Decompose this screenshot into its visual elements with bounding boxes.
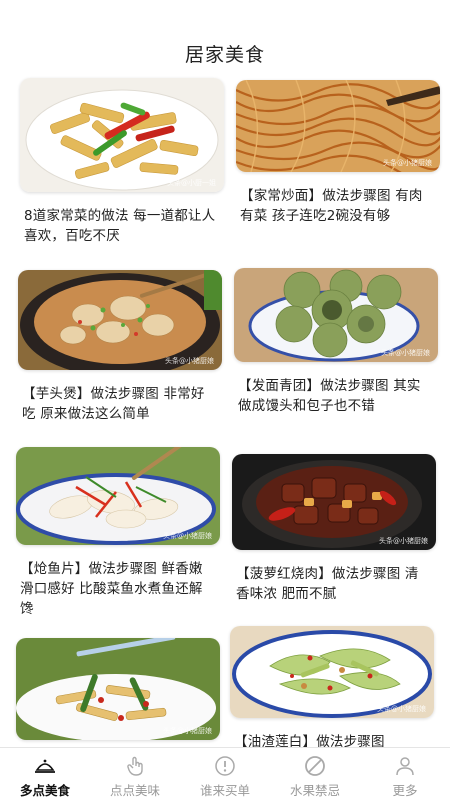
watermark: 头条@小猪厨娘 — [381, 349, 430, 357]
tab-fruit-taboo[interactable]: 水果禁忌 — [270, 748, 360, 799]
watermark: 头条@小猪厨娘 — [165, 357, 214, 365]
recipe-caption: 8道家常菜的做法 每一道都让人喜欢，百吃不厌 — [24, 208, 216, 244]
tap-hand-icon — [124, 755, 146, 777]
recipe-image[interactable]: 头条@小猪厨娘 — [232, 454, 436, 550]
tab-label: 水果禁忌 — [289, 783, 340, 798]
dish-cover-icon — [34, 755, 56, 777]
recipe-caption: 【芋头煲】做法步骤图 非常好吃 原来做法这么简单 — [22, 386, 205, 422]
watermark: 头条@小猪厨娘 — [377, 705, 426, 713]
user-icon — [394, 755, 416, 777]
recipe-card[interactable]: 头条@小猪厨娘 【发面青团】做法步骤图 其实做成馒头和包子也不错 — [234, 268, 438, 416]
recipe-image[interactable]: 头条@小猪厨娘 — [236, 80, 440, 172]
recipe-card[interactable]: 头条@小猪厨娘 【芋头煲】做法步骤图 非常好吃 原来做法这么简单 — [18, 270, 222, 424]
forbidden-icon — [304, 755, 326, 777]
tab-label: 谁来买单 — [199, 783, 250, 798]
tab-taste[interactable]: 点点美味 — [90, 748, 180, 799]
recipe-caption: 【发面青团】做法步骤图 其实做成馒头和包子也不错 — [238, 378, 421, 414]
recipe-image[interactable]: 头条@小猪厨娘 — [234, 268, 438, 362]
watermark: 头条@小猪厨娘 — [163, 532, 212, 540]
watermark: 头条@小猪厨娘 — [163, 727, 212, 735]
recipe-image[interactable]: 头条@小猪厨娘 — [16, 638, 220, 740]
recipe-card[interactable]: 头条@小猪厨娘 【家常炒面】做法步骤图 有肉有菜 孩子连吃2碗没有够 — [236, 80, 440, 226]
header: 居家美食 — [0, 0, 450, 80]
recipe-card[interactable]: 头条@小猪厨娘 — [16, 638, 220, 754]
watermark: 头条@小猪厨娘 — [383, 159, 432, 167]
recipe-image[interactable]: 头条@小猪厨娘 — [230, 626, 434, 718]
recipe-card[interactable]: 头条@小猪厨娘 【菠萝红烧肉】做法步骤图 清香味浓 肥而不腻 — [232, 454, 436, 604]
recipe-caption: 【家常炒面】做法步骤图 有肉有菜 孩子连吃2碗没有够 — [240, 188, 423, 224]
watermark: 头条@小厨一姐 — [167, 179, 216, 187]
tab-more[interactable]: 更多 — [360, 748, 450, 799]
page-title: 居家美食 — [184, 43, 265, 66]
bottom-tab-bar: 多点美食 点点美味 谁来买单 水果禁忌 更多 — [0, 747, 450, 800]
recipe-card[interactable]: 头条@小猪厨娘 【油渣莲白】做法步骤图 — [230, 626, 434, 752]
recipe-image[interactable]: 头条@小厨一姐 — [20, 78, 224, 192]
tab-who-pays[interactable]: 谁来买单 — [180, 748, 270, 799]
recipe-card[interactable]: 头条@小厨一姐 8道家常菜的做法 每一道都让人喜欢，百吃不厌 — [20, 78, 224, 246]
tab-label: 点点美味 — [109, 783, 160, 798]
recipe-caption: 【炝鱼片】做法步骤图 鲜香嫩滑口感好 比酸菜鱼水煮鱼还解馋 — [20, 561, 203, 617]
recipe-caption: 【菠萝红烧肉】做法步骤图 清香味浓 肥而不腻 — [236, 566, 419, 602]
recipe-card[interactable]: 头条@小猪厨娘 【炝鱼片】做法步骤图 鲜香嫩滑口感好 比酸菜鱼水煮鱼还解馋 — [16, 447, 220, 619]
tab-label: 更多 — [392, 783, 418, 798]
recipe-image[interactable]: 头条@小猪厨娘 — [16, 447, 220, 545]
alert-circle-icon — [214, 755, 236, 777]
watermark: 头条@小猪厨娘 — [379, 537, 428, 545]
tab-food[interactable]: 多点美食 — [0, 748, 90, 799]
tab-label: 多点美食 — [19, 783, 70, 798]
recipe-image[interactable]: 头条@小猪厨娘 — [18, 270, 222, 370]
